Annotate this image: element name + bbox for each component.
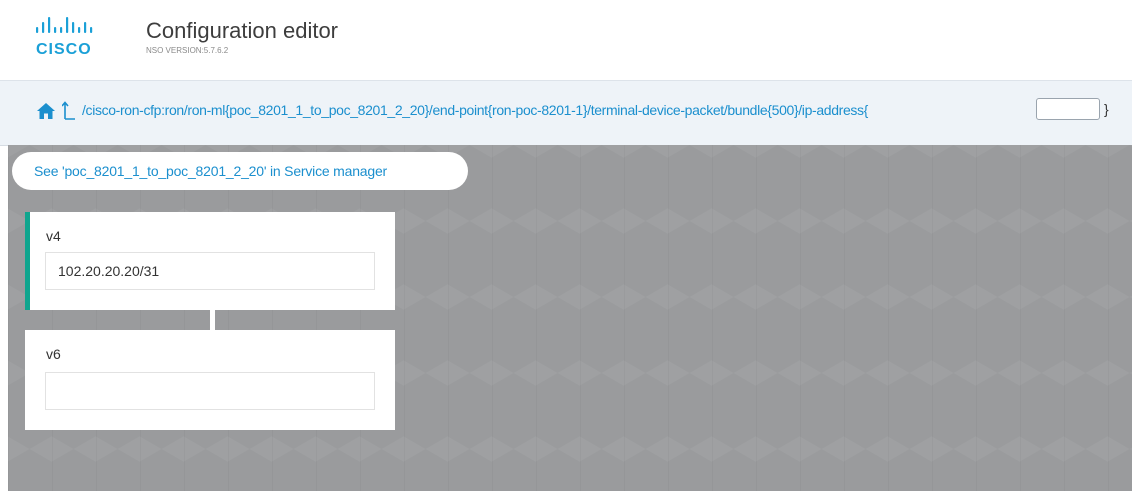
tree-connector xyxy=(210,310,215,330)
editor-canvas xyxy=(8,145,1132,491)
keypath-closing-brace: } xyxy=(1104,101,1109,117)
v4-input[interactable] xyxy=(45,252,375,290)
leaf-card-v6[interactable]: v6 xyxy=(25,330,395,430)
list-key-input[interactable] xyxy=(1036,98,1100,120)
version-label: NSO VERSION:5.7.6.2 xyxy=(146,46,229,55)
leaf-card-v4[interactable]: v4 xyxy=(25,212,395,310)
leaf-label-v6: v6 xyxy=(46,346,61,362)
service-manager-link[interactable]: See 'poc_8201_1_to_poc_8201_2_20' in Ser… xyxy=(12,152,468,190)
page-title: Configuration editor xyxy=(146,18,339,43)
leaf-label-v4: v4 xyxy=(46,228,61,244)
cisco-bridge-icon xyxy=(36,17,93,33)
keypath-link[interactable]: /cisco-ron-cfp:ron/ron-ml{poc_8201_1_to_… xyxy=(82,102,868,118)
up-arrow-icon[interactable] xyxy=(62,101,76,121)
v6-input[interactable] xyxy=(45,372,375,410)
home-icon[interactable] xyxy=(37,103,55,119)
brand-name: CISCO xyxy=(36,41,92,58)
cisco-logo[interactable]: CISCO xyxy=(36,17,106,61)
selected-indicator xyxy=(25,212,30,310)
app-header: CISCO Configuration editor NSO VERSION:5… xyxy=(0,0,1132,80)
